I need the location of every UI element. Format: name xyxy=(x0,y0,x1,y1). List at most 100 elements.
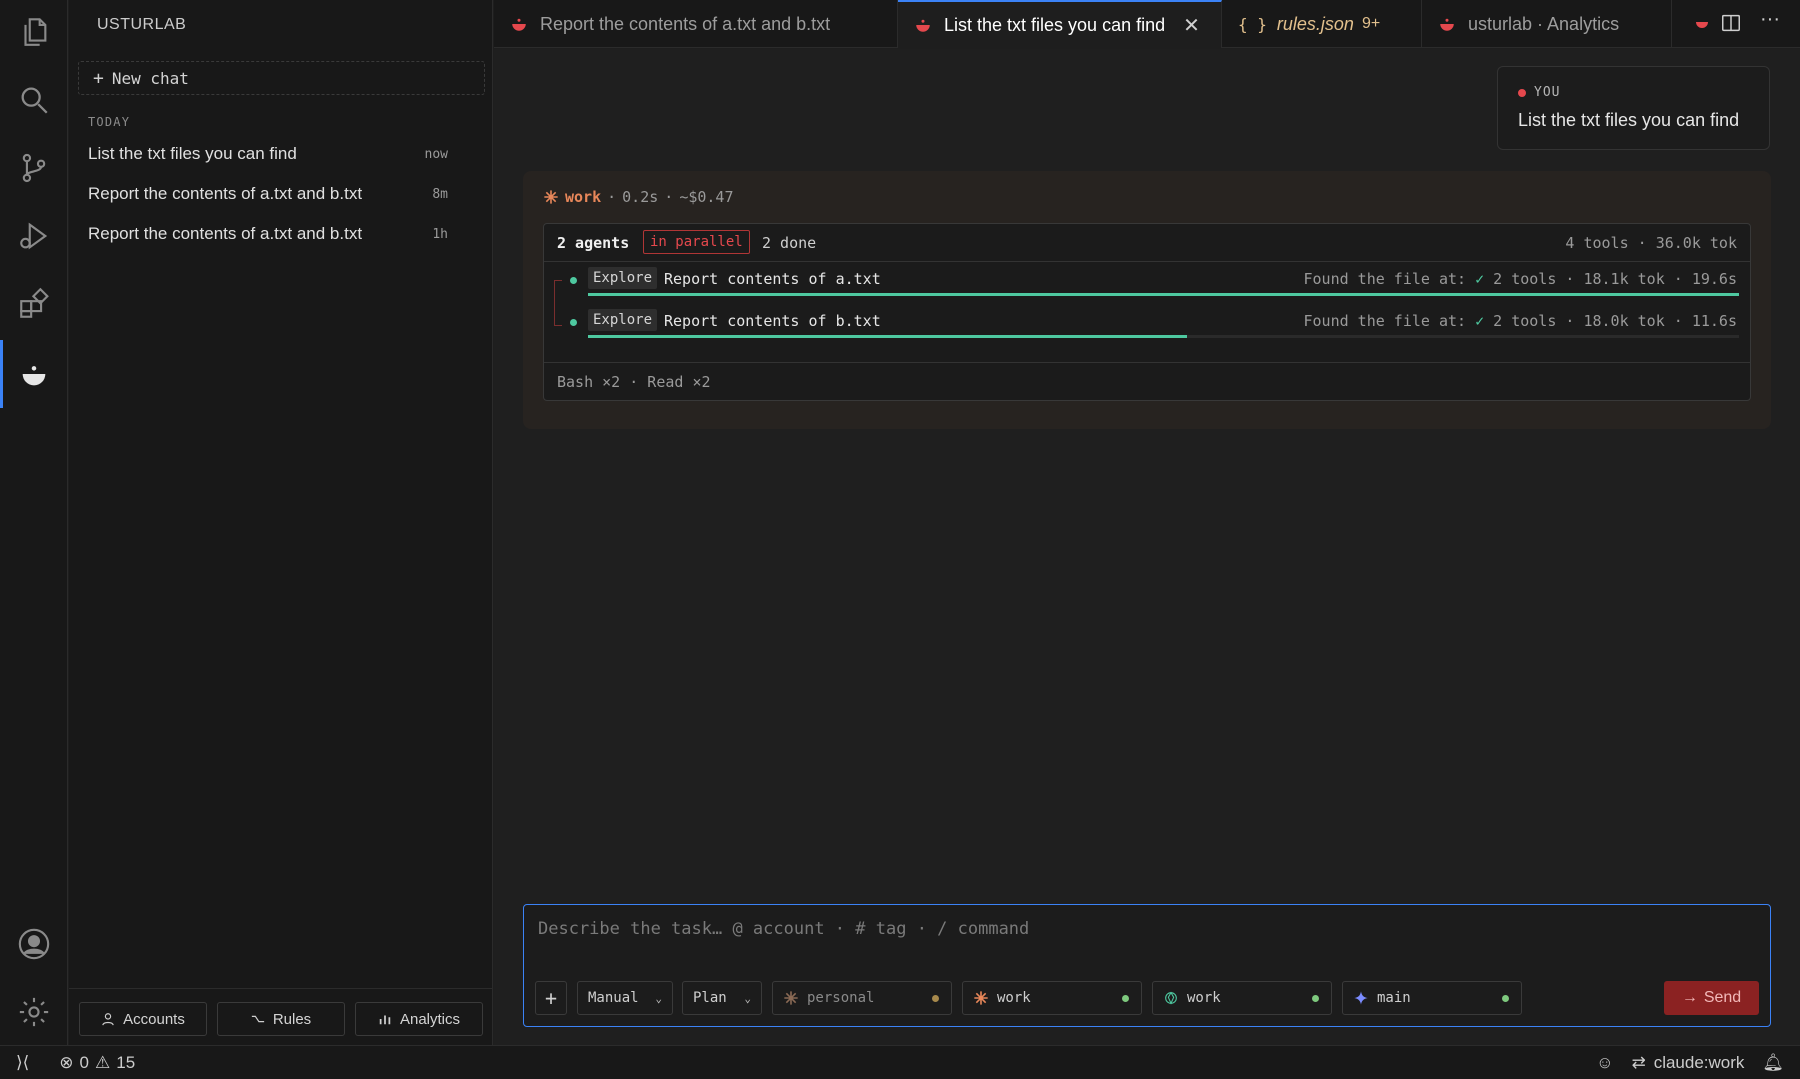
agent-row[interactable]: Explore Report contents of b.txt Found t… xyxy=(544,305,1750,345)
claude-icon xyxy=(974,991,988,1005)
rules-button[interactable]: Rules xyxy=(217,1002,345,1036)
account-label: personal xyxy=(807,990,875,1006)
account-chip-work-openai[interactable]: work xyxy=(1152,981,1332,1015)
explorer-icon[interactable] xyxy=(14,12,54,52)
agent-task: Report contents of b.txt xyxy=(664,312,881,330)
bell-icon[interactable]: 🔔︎ xyxy=(1762,1053,1784,1073)
status-bar: ⟩⟨ ⊗ 0 ⚠ 15 ☺ ⇄ claude:work 🔔︎ xyxy=(0,1045,1800,1079)
more-actions-icon[interactable]: ··· xyxy=(1760,8,1780,31)
tab-list-txt-files[interactable]: List the txt files you can find ✕ xyxy=(898,0,1222,48)
chat-list-item[interactable]: Report the contents of a.txt and b.txt 8… xyxy=(88,179,448,209)
agent-stats: 2 tools · 18.0k tok · 11.6s xyxy=(1493,312,1737,330)
usturlab-icon xyxy=(512,18,526,31)
mode-select[interactable]: Manual ⌄ xyxy=(577,981,673,1015)
separator: · xyxy=(664,188,674,206)
agent-meta: Found the file at: ✓ 2 tools · 18.0k tok… xyxy=(1304,312,1738,330)
account-chip-personal[interactable]: personal xyxy=(772,981,952,1015)
extensions-icon[interactable] xyxy=(14,284,54,324)
account-switch[interactable]: ⇄ claude:work xyxy=(1631,1053,1744,1073)
account-label: work xyxy=(997,990,1031,1006)
agents-stats: 4 tools · 36.0k tok xyxy=(1565,234,1737,252)
plan-select[interactable]: Plan ⌄ xyxy=(682,981,762,1015)
analytics-button[interactable]: Analytics xyxy=(355,1002,483,1036)
usturlab-icon[interactable] xyxy=(14,354,54,394)
agent-status-dot xyxy=(570,277,577,284)
switch-icon: ⇄ xyxy=(1631,1053,1646,1072)
chat-age: now xyxy=(424,146,448,162)
section-today: TODAY xyxy=(88,115,131,129)
agent-progress-track xyxy=(588,335,1739,338)
chat-list-item[interactable]: List the txt files you can find now xyxy=(88,139,448,169)
mode-label: Manual xyxy=(588,990,639,1006)
account-label: main xyxy=(1377,990,1411,1006)
status-dot xyxy=(1312,995,1319,1002)
agent-stats: 2 tools · 18.1k tok · 19.6s xyxy=(1493,270,1737,288)
tab-rules-json[interactable]: { } rules.json 9+ xyxy=(1222,0,1422,48)
work-account-name: work xyxy=(565,188,602,206)
work-response-card: work · 0.2s · ~$0.47 2 agents in paralle… xyxy=(523,171,1771,429)
status-right: ☺ ⇄ claude:work 🔔︎ xyxy=(1596,1053,1784,1073)
active-account: claude:work xyxy=(1653,1053,1745,1072)
tools-summary: Bash ×2 · Read ×2 xyxy=(544,362,1750,402)
chat-age: 8m xyxy=(432,186,448,202)
warning-icon: ⚠ xyxy=(94,1053,111,1072)
status-dot xyxy=(932,995,939,1002)
warning-count: 15 xyxy=(116,1053,136,1072)
gear-icon[interactable] xyxy=(14,992,54,1032)
tab-analytics[interactable]: usturlab · Analytics xyxy=(1422,0,1672,48)
agent-found: Found the file at: xyxy=(1303,312,1467,330)
account-icon[interactable] xyxy=(14,924,54,964)
chat-title: Report the contents of a.txt and b.txt xyxy=(88,224,363,243)
you-text-label: YOU xyxy=(1534,85,1561,100)
task-input[interactable]: Describe the task… @ account · # tag · /… xyxy=(538,919,1029,939)
agent-status-dot xyxy=(570,319,577,326)
agent-row[interactable]: Explore Report contents of a.txt Found t… xyxy=(544,263,1750,303)
account-label: work xyxy=(1187,990,1221,1006)
accounts-button[interactable]: Accounts xyxy=(79,1002,207,1036)
chat-title: List the txt files you can find xyxy=(88,144,297,163)
work-header: work · 0.2s · ~$0.47 xyxy=(543,188,734,206)
split-editor-icon[interactable] xyxy=(1720,12,1742,34)
add-button[interactable]: + xyxy=(535,981,567,1015)
claude-icon xyxy=(544,190,558,204)
status-dot xyxy=(1502,995,1509,1002)
status-left: ⟩⟨ ⊗ 0 ⚠ 15 xyxy=(16,1053,135,1073)
chat-title: Report the contents of a.txt and b.txt xyxy=(88,184,363,203)
run-debug-icon[interactable] xyxy=(14,216,54,256)
agents-header[interactable]: 2 agents in parallel 2 done 4 tools · 36… xyxy=(544,224,1750,262)
accounts-label: Accounts xyxy=(123,1010,185,1028)
copilot-icon[interactable]: ☺ xyxy=(1596,1053,1613,1073)
rules-label: Rules xyxy=(272,1010,312,1028)
chat-list-item[interactable]: Report the contents of a.txt and b.txt 1… xyxy=(88,219,448,249)
agents-panel: 2 agents in parallel 2 done 4 tools · 36… xyxy=(543,223,1751,401)
you-label: YOU xyxy=(1518,85,1560,100)
agent-progress-fill xyxy=(588,335,1187,338)
send-button[interactable]: → Send xyxy=(1664,981,1759,1015)
chat-age: 1h xyxy=(432,226,448,242)
error-count: 0 xyxy=(79,1053,89,1072)
check-icon: ✓ xyxy=(1475,312,1485,330)
sidebar-title: USTURLAB xyxy=(97,16,187,33)
tab-report-contents[interactable]: Report the contents of a.txt and b.txt xyxy=(494,0,898,48)
usturlab-icon xyxy=(916,19,930,32)
arrow-right-icon: → xyxy=(1681,989,1698,1006)
close-icon[interactable]: ✕ xyxy=(1183,13,1200,38)
agent-type-chip: Explore xyxy=(588,267,658,289)
chevron-down-icon: ⌄ xyxy=(744,991,751,1005)
openai-icon xyxy=(1165,991,1177,1005)
tab-label: Report the contents of a.txt and b.txt xyxy=(540,13,831,34)
tab-overflow-icon[interactable] xyxy=(1694,12,1710,32)
work-duration: 0.2s xyxy=(622,188,659,206)
search-icon[interactable] xyxy=(14,80,54,120)
account-chip-work-claude[interactable]: work xyxy=(962,981,1142,1015)
source-control-icon[interactable] xyxy=(14,148,54,188)
parallel-badge: in parallel xyxy=(643,230,750,254)
problems-indicator[interactable]: ⊗ 0 ⚠ 15 xyxy=(59,1053,135,1073)
activity-bar xyxy=(0,0,68,1045)
agent-progress-fill xyxy=(588,293,1739,296)
account-chip-main-gemini[interactable]: main xyxy=(1342,981,1522,1015)
new-chat-button[interactable]: + New chat xyxy=(78,61,485,95)
agents-count: 2 agents xyxy=(557,234,630,252)
send-label: Send xyxy=(1703,989,1742,1006)
remote-icon[interactable]: ⟩⟨ xyxy=(16,1053,29,1073)
